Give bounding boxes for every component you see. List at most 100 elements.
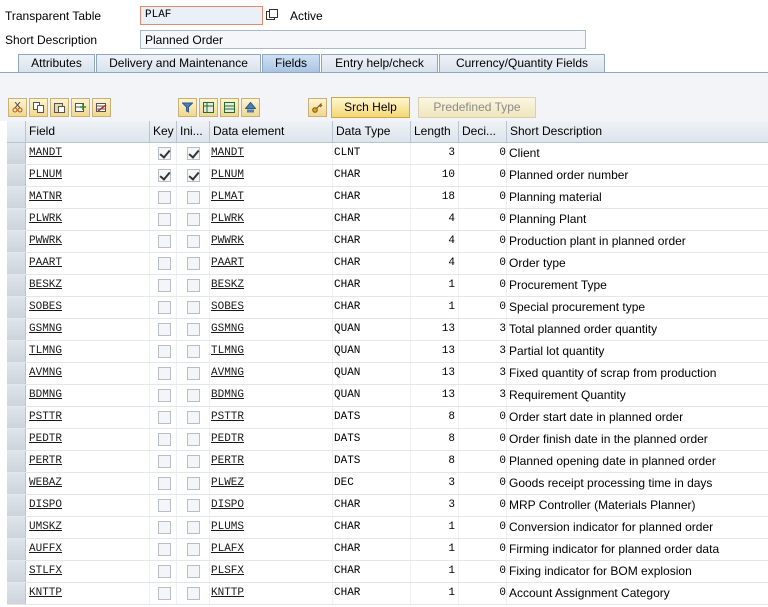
field-name[interactable]: AUFFX — [29, 543, 62, 555]
field-name-cell[interactable]: PERTR — [26, 451, 150, 472]
field-name-cell[interactable]: AUFFX — [26, 539, 150, 560]
row-selector[interactable] — [7, 341, 26, 362]
field-name-cell[interactable]: UMSKZ — [26, 517, 150, 538]
field-name-cell[interactable]: WEBAZ — [26, 473, 150, 494]
data-element[interactable]: PWWRK — [211, 235, 244, 247]
data-element-cell[interactable]: PLAFX — [210, 539, 333, 560]
initial-checkbox[interactable] — [187, 477, 200, 490]
field-name-cell[interactable]: TLMNG — [26, 341, 150, 362]
table-row[interactable]: AVMNG AVMNG QUAN 13 3 Fixed quantity of scrap… — [7, 363, 768, 385]
tab-currency-quantity-fields[interactable]: Currency/Quantity Fields — [439, 54, 605, 72]
table-row[interactable]: PAART PAART CHAR 4 0 Order type — [7, 253, 768, 275]
field-name-cell[interactable]: PEDTR — [26, 429, 150, 450]
field-name[interactable]: PAART — [29, 257, 62, 269]
table-icon[interactable] — [199, 98, 218, 117]
field-name-cell[interactable]: AVMNG — [26, 363, 150, 384]
field-name[interactable]: PLNUM — [29, 169, 62, 181]
field-name[interactable]: BESKZ — [29, 279, 62, 291]
table-row[interactable]: BESKZ BESKZ CHAR 1 0 Procurement Type — [7, 275, 768, 297]
field-name[interactable]: MANDT — [29, 147, 62, 159]
data-element-cell[interactable]: TLMNG — [210, 341, 333, 362]
data-element[interactable]: PLNUM — [211, 169, 244, 181]
table-row[interactable]: WEBAZ PLWEZ DEC 3 0 Goods receipt processing … — [7, 473, 768, 495]
initial-checkbox[interactable] — [187, 191, 200, 204]
data-element-cell[interactable]: PLSFX — [210, 561, 333, 582]
data-element-cell[interactable]: DISPO — [210, 495, 333, 516]
row-selector[interactable] — [7, 429, 26, 450]
paste-icon[interactable] — [50, 98, 69, 117]
field-name[interactable]: BDMNG — [29, 389, 62, 401]
key-checkbox[interactable] — [158, 543, 171, 556]
data-element-cell[interactable]: PAART — [210, 253, 333, 274]
field-name-cell[interactable]: PAART — [26, 253, 150, 274]
table-row[interactable]: SOBES SOBES CHAR 1 0 Special procurement type — [7, 297, 768, 319]
key-checkbox[interactable] — [158, 213, 171, 226]
row-selector[interactable] — [7, 187, 26, 208]
field-name-cell[interactable]: PWWRK — [26, 231, 150, 252]
tab-fields[interactable]: Fields — [262, 54, 320, 72]
key-checkbox[interactable] — [158, 477, 171, 490]
table-row[interactable]: PWWRK PWWRK CHAR 4 0 Production plant in plan… — [7, 231, 768, 253]
key-checkbox[interactable] — [158, 499, 171, 512]
row-selector[interactable] — [7, 561, 26, 582]
key-icon[interactable] — [308, 98, 327, 117]
initial-checkbox[interactable] — [187, 565, 200, 578]
initial-checkbox[interactable] — [187, 521, 200, 534]
field-name-cell[interactable]: PLWRK — [26, 209, 150, 230]
predefined-type-button[interactable]: Predefined Type — [418, 97, 536, 118]
table-row[interactable]: DISPO DISPO CHAR 3 0 MRP Controller (Material… — [7, 495, 768, 517]
data-element[interactable]: TLMNG — [211, 345, 244, 357]
data-element-cell[interactable]: BESKZ — [210, 275, 333, 296]
data-element[interactable]: PEDTR — [211, 433, 244, 445]
table-row[interactable]: GSMNG GSMNG QUAN 13 3 Total planned order qua… — [7, 319, 768, 341]
key-checkbox[interactable] — [158, 389, 171, 402]
data-element[interactable]: SOBES — [211, 301, 244, 313]
initial-checkbox[interactable] — [187, 543, 200, 556]
data-element-cell[interactable]: MANDT — [210, 143, 333, 164]
key-checkbox[interactable] — [158, 433, 171, 446]
field-name[interactable]: WEBAZ — [29, 477, 62, 489]
row-selector[interactable] — [7, 143, 26, 164]
table-row[interactable]: TLMNG TLMNG QUAN 13 3 Partial lot quantity — [7, 341, 768, 363]
key-checkbox[interactable] — [158, 191, 171, 204]
col-header-initial[interactable]: Ini... — [177, 121, 210, 143]
field-name[interactable]: PEDTR — [29, 433, 62, 445]
row-selector[interactable] — [7, 473, 26, 494]
data-element-cell[interactable]: SOBES — [210, 297, 333, 318]
row-selector[interactable] — [7, 319, 26, 340]
row-selector[interactable] — [7, 297, 26, 318]
data-element-cell[interactable]: PLWEZ — [210, 473, 333, 494]
row-selector[interactable] — [7, 407, 26, 428]
field-name[interactable]: AVMNG — [29, 367, 62, 379]
field-name-cell[interactable]: KNTTP — [26, 583, 150, 604]
key-checkbox[interactable] — [158, 587, 171, 600]
initial-checkbox[interactable] — [187, 169, 200, 182]
initial-checkbox[interactable] — [187, 257, 200, 270]
field-name-cell[interactable]: GSMNG — [26, 319, 150, 340]
table-row[interactable]: PSTTR PSTTR DATS 8 0 Order start date in plan… — [7, 407, 768, 429]
key-checkbox[interactable] — [158, 147, 171, 160]
initial-checkbox[interactable] — [187, 323, 200, 336]
key-checkbox[interactable] — [158, 235, 171, 248]
tab-attributes[interactable]: Attributes — [18, 54, 95, 72]
field-name[interactable]: MATNR — [29, 191, 62, 203]
initial-checkbox[interactable] — [187, 367, 200, 380]
key-checkbox[interactable] — [158, 455, 171, 468]
key-checkbox[interactable] — [158, 169, 171, 182]
data-element[interactable]: AVMNG — [211, 367, 244, 379]
tab-entry-help-check[interactable]: Entry help/check — [321, 54, 438, 72]
row-selector[interactable] — [7, 451, 26, 472]
col-header-data-element[interactable]: Data element — [210, 121, 333, 143]
tab-delivery-maintenance[interactable]: Delivery and Maintenance — [96, 54, 261, 72]
sort-icon[interactable] — [241, 98, 260, 117]
field-name[interactable]: SOBES — [29, 301, 62, 313]
data-element-cell[interactable]: PLNUM — [210, 165, 333, 186]
row-selector[interactable] — [7, 363, 26, 384]
row-selector[interactable] — [7, 385, 26, 406]
delete-row-icon[interactable] — [92, 98, 111, 117]
row-selector[interactable] — [7, 231, 26, 252]
select-all-header[interactable] — [7, 121, 26, 143]
data-element[interactable]: PLWRK — [211, 213, 244, 225]
short-description-field[interactable]: Planned Order — [140, 30, 586, 49]
table-row[interactable]: UMSKZ PLUMS CHAR 1 0 Conversion indicator for… — [7, 517, 768, 539]
